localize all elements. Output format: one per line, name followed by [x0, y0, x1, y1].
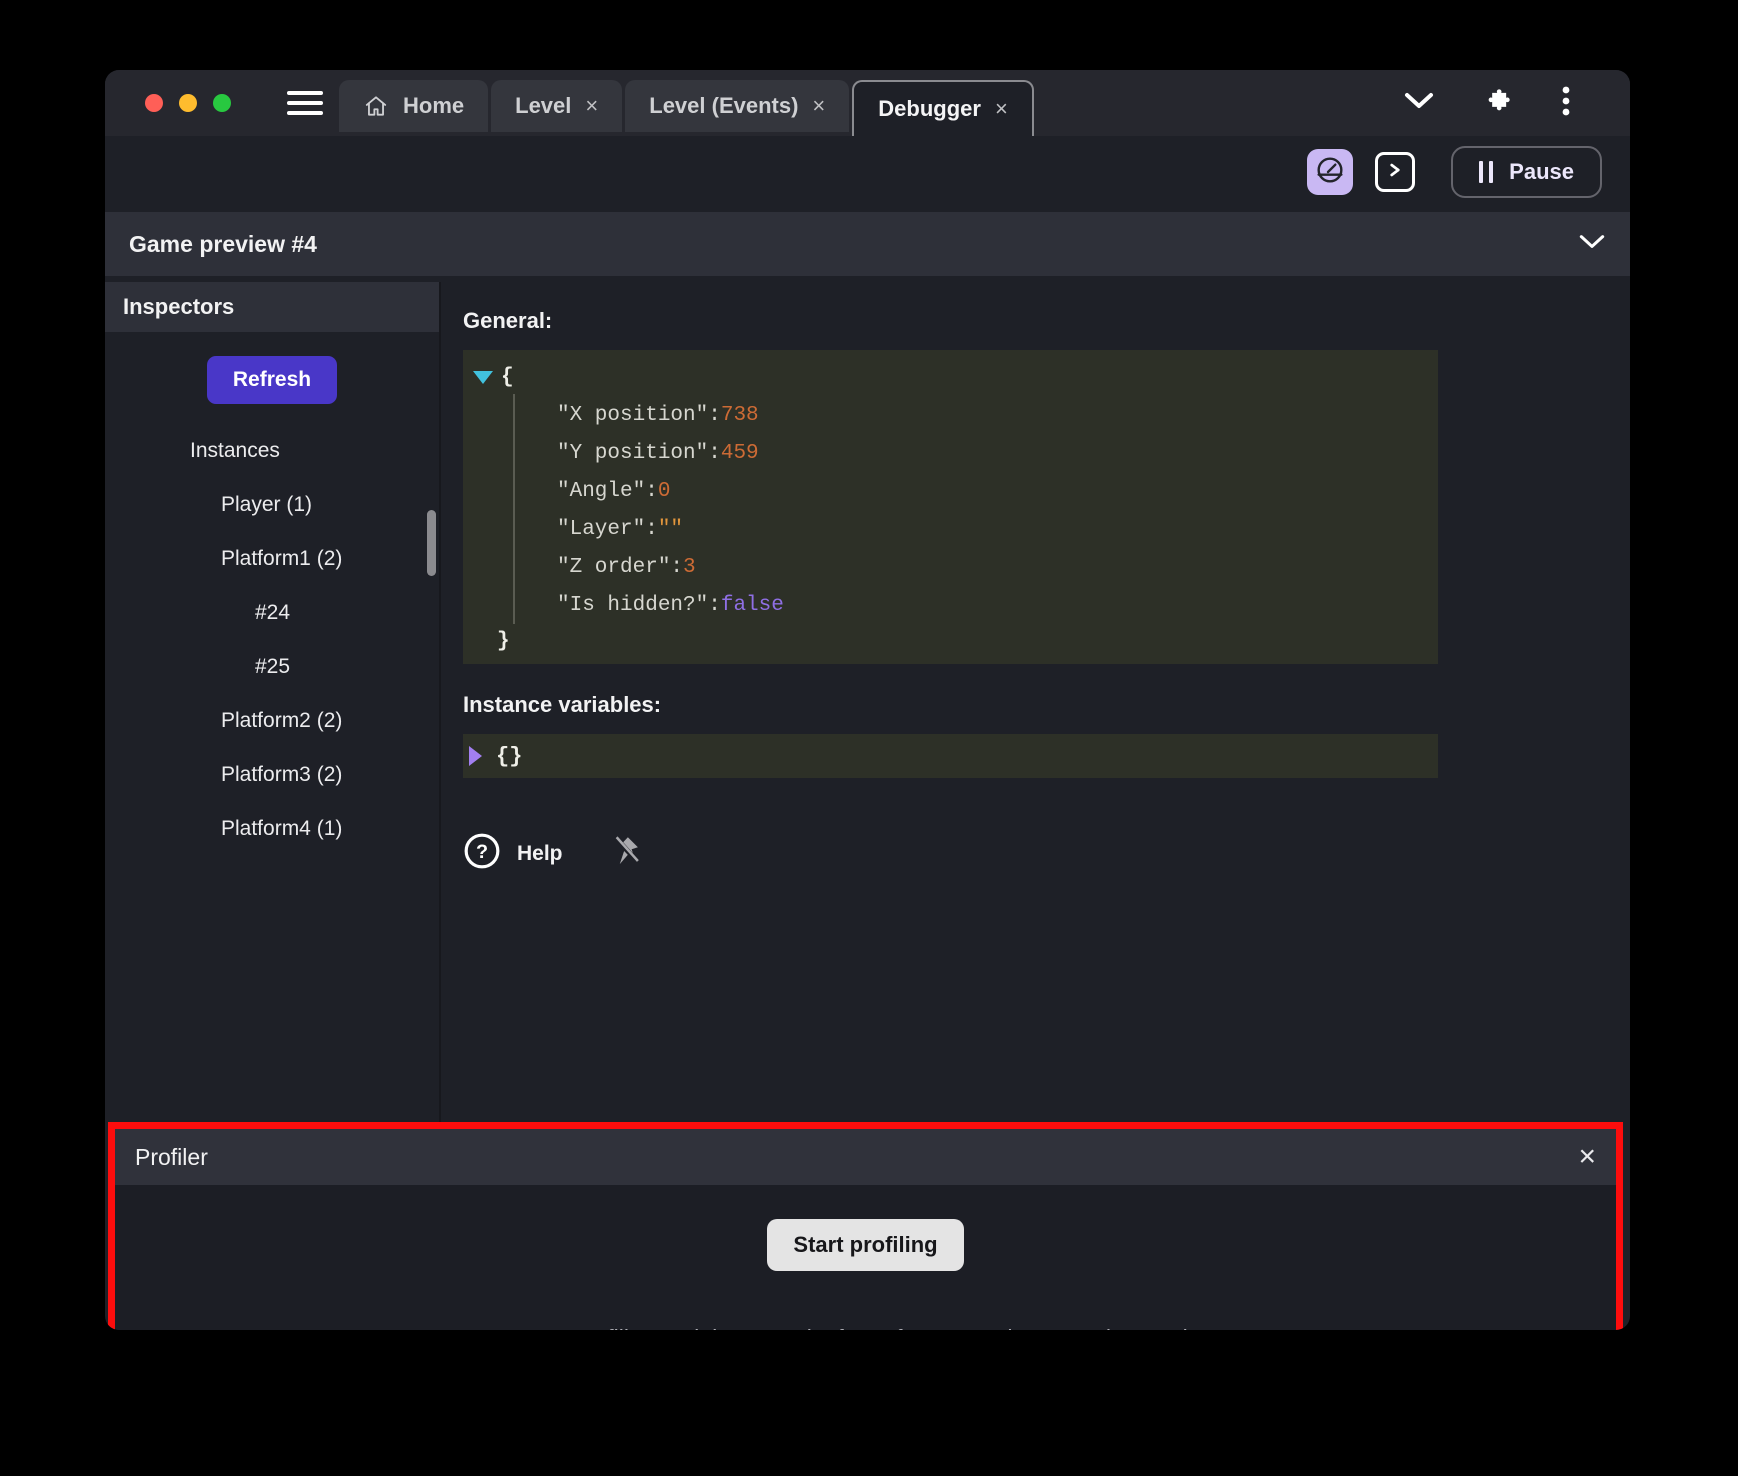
refresh-button[interactable]: Refresh: [207, 356, 337, 404]
instances-tree: Instances Player (1) Platform1 (2) #24 #…: [105, 424, 439, 856]
pause-label: Pause: [1509, 159, 1574, 185]
separator: :: [645, 518, 658, 541]
property-key: "Y position": [557, 442, 708, 465]
minimize-window-button[interactable]: [179, 94, 197, 112]
pause-icon: [1479, 161, 1493, 183]
property-value: "": [658, 518, 683, 541]
tab-home[interactable]: Home: [339, 80, 488, 132]
profiler-toggle-button[interactable]: [1307, 149, 1353, 195]
close-window-button[interactable]: [145, 94, 163, 112]
sidebar-scrollbar[interactable]: [427, 510, 436, 576]
chevron-down-icon[interactable]: [1404, 92, 1434, 115]
tree-item-player[interactable]: Player (1): [105, 478, 439, 532]
property-value: 3: [683, 556, 696, 579]
profiler-header: Profiler ×: [115, 1129, 1616, 1185]
property-key: "Is hidden?": [557, 594, 708, 617]
menu-icon[interactable]: [287, 91, 323, 115]
game-preview-title: Game preview #4: [129, 231, 317, 258]
tree-item-platform2[interactable]: Platform2 (2): [105, 694, 439, 748]
tab-label: Debugger: [878, 96, 981, 122]
maximize-window-button[interactable]: [213, 94, 231, 112]
tree-item-instances[interactable]: Instances: [105, 424, 439, 478]
close-brace: }: [497, 630, 510, 653]
debugger-content: Inspectors Refresh Instances Player (1) …: [105, 282, 1630, 1330]
separator: :: [708, 442, 721, 465]
property-value: 738: [721, 404, 759, 427]
close-tab-icon[interactable]: ×: [812, 95, 825, 117]
general-properties-tree: { "X position" : 738 "Y position" : 459 …: [463, 350, 1438, 664]
close-tab-icon[interactable]: ×: [585, 95, 598, 117]
tab-label: Level (Events): [649, 93, 798, 119]
separator: :: [708, 404, 721, 427]
console-prompt-icon: [1385, 160, 1405, 185]
property-row: "Z order" : 3: [469, 548, 1438, 586]
property-row: "Angle" : 0: [469, 472, 1438, 510]
property-key: "X position": [557, 404, 708, 427]
separator: :: [708, 594, 721, 617]
start-profiling-button[interactable]: Start profiling: [767, 1219, 963, 1271]
property-key: "Layer": [557, 518, 645, 541]
pause-button[interactable]: Pause: [1451, 146, 1602, 198]
svg-text:?: ?: [476, 841, 488, 863]
property-key: "Angle": [557, 480, 645, 503]
more-options-icon[interactable]: [1562, 85, 1570, 122]
tree-item-instance-25[interactable]: #25: [105, 640, 439, 694]
tab-bar: Home Level × Level (Events) × Debugger ×: [339, 80, 1034, 136]
close-tab-icon[interactable]: ×: [995, 98, 1008, 120]
instance-variables-tree: {}: [463, 734, 1438, 778]
game-preview-bar[interactable]: Game preview #4: [105, 212, 1630, 276]
general-section-label: General:: [463, 308, 1630, 334]
tree-item-platform1[interactable]: Platform1 (2): [105, 532, 439, 586]
indent-guide: [513, 394, 515, 624]
tree-item-platform4[interactable]: Platform4 (1): [105, 802, 439, 856]
expand-node-icon[interactable]: [469, 746, 482, 766]
property-row: "Is hidden?" : false: [469, 586, 1438, 624]
titlebar-actions: [1404, 85, 1630, 122]
screenshot-stage: Home Level × Level (Events) × Debugger ×: [0, 0, 1738, 1476]
instance-variables-value: {}: [496, 744, 522, 769]
tab-level-events[interactable]: Level (Events) ×: [625, 80, 849, 132]
inspectors-header: Inspectors: [105, 282, 439, 332]
chevron-down-icon[interactable]: [1578, 234, 1606, 255]
open-brace: {: [501, 366, 514, 389]
profiler-panel: Profiler × Start profiling Start profili…: [108, 1122, 1623, 1330]
tab-label: Home: [403, 93, 464, 119]
profiler-body: Start profiling Start profiling and then…: [115, 1185, 1616, 1330]
separator: :: [645, 480, 658, 503]
help-circle-icon[interactable]: ?: [463, 832, 501, 875]
property-key: "Z order": [557, 556, 670, 579]
tab-label: Level: [515, 93, 571, 119]
property-value: false: [721, 594, 784, 617]
extensions-puzzle-icon[interactable]: [1484, 87, 1512, 120]
property-value: 459: [721, 442, 759, 465]
profiler-title: Profiler: [135, 1144, 208, 1171]
profiler-description: Start profiling and then stop it after a…: [519, 1325, 1212, 1330]
tree-item-platform3[interactable]: Platform3 (2): [105, 748, 439, 802]
property-row: "Y position" : 459: [469, 434, 1438, 472]
instance-variables-label: Instance variables:: [463, 692, 1630, 718]
traffic-lights: [105, 94, 231, 112]
separator: :: [670, 556, 683, 579]
help-label: Help: [517, 842, 563, 866]
home-icon: [363, 93, 389, 119]
debugger-toolbar: Pause: [105, 136, 1630, 208]
app-window: Home Level × Level (Events) × Debugger ×: [105, 70, 1630, 1330]
property-value: 0: [658, 480, 671, 503]
console-button[interactable]: [1375, 152, 1415, 192]
property-row: "X position" : 738: [469, 396, 1438, 434]
gauge-icon: [1314, 154, 1346, 191]
collapse-node-icon[interactable]: [473, 371, 493, 384]
tree-item-instance-24[interactable]: #24: [105, 586, 439, 640]
help-row: ? Help: [463, 832, 1630, 875]
titlebar: Home Level × Level (Events) × Debugger ×: [105, 70, 1630, 136]
close-profiler-icon[interactable]: ×: [1578, 1142, 1596, 1172]
tab-level[interactable]: Level ×: [491, 80, 622, 132]
tab-debugger[interactable]: Debugger ×: [852, 80, 1034, 136]
property-row: "Layer" : "": [469, 510, 1438, 548]
unpin-icon[interactable]: [611, 834, 641, 873]
